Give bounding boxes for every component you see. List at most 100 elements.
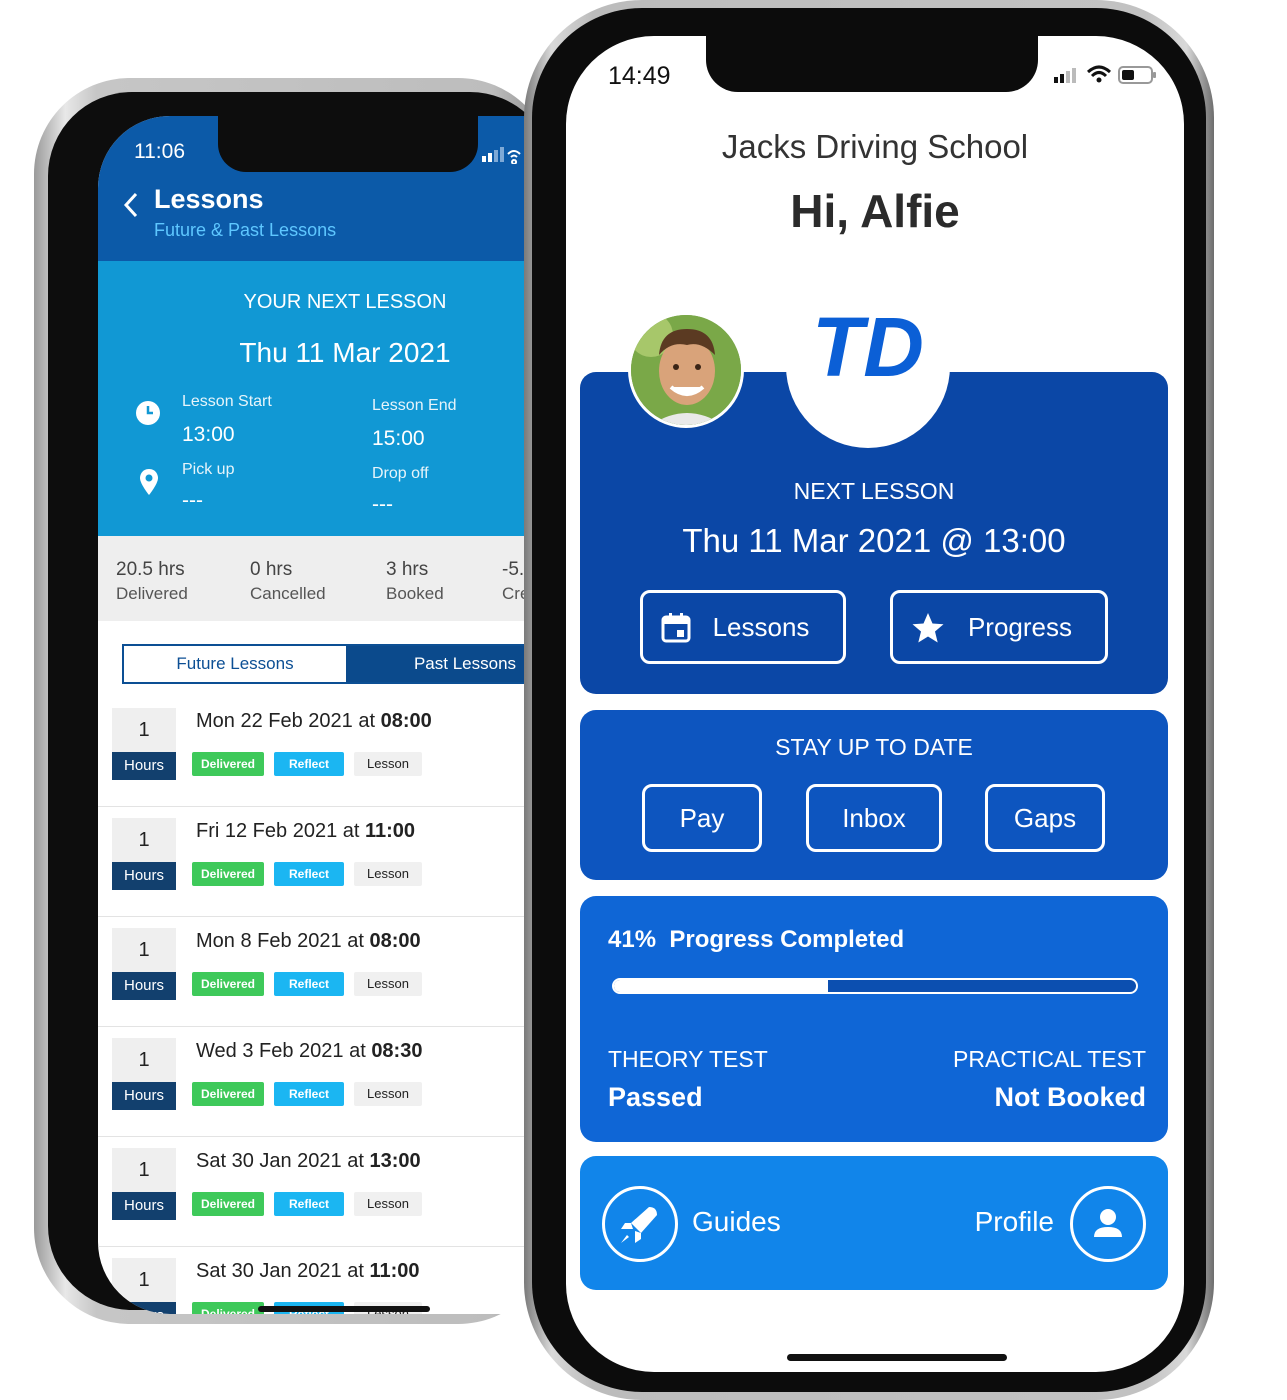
delivered-badge: Delivered bbox=[192, 972, 264, 996]
reflect-button[interactable]: Reflect bbox=[274, 972, 344, 996]
lesson-time: 08:00 bbox=[380, 710, 432, 732]
lesson-type-badge: Lesson bbox=[354, 862, 422, 886]
lesson-row[interactable]: 1 Hours Sat 30 Jan 2021 at 13:00 Delivered R… bbox=[98, 1136, 568, 1247]
lessons-button-label: Lessons bbox=[712, 612, 810, 642]
delivered-badge: Delivered bbox=[192, 752, 264, 776]
lesson-hours-value: 1 bbox=[112, 1148, 176, 1192]
lesson-time: 13:00 bbox=[369, 1150, 421, 1172]
back-phone-frame: 11:06 Lessons Future & Past Lessons YOUR… bbox=[34, 78, 568, 1324]
guides-label: Guides bbox=[692, 1206, 781, 1237]
lesson-date: Fri 12 Feb 2021 at bbox=[196, 820, 360, 842]
lesson-hours-box: 1Hours bbox=[112, 1038, 176, 1110]
stay-up-to-date-card: STAY UP TO DATE Pay Inbox Gaps bbox=[580, 710, 1168, 880]
lesson-row[interactable]: 1 Hours Fri 12 Feb 2021 at 11:00 Delivered R… bbox=[98, 806, 568, 917]
home-indicator[interactable] bbox=[258, 1306, 430, 1312]
shortcuts-card: Guides Profile bbox=[580, 1156, 1168, 1290]
avatar[interactable] bbox=[628, 312, 744, 428]
dropoff-value: --- bbox=[372, 493, 393, 516]
lesson-time: 11:00 bbox=[365, 820, 416, 842]
progress-card: 41% Progress Completed THEORY TEST Passe… bbox=[580, 896, 1168, 1142]
back-button[interactable] bbox=[120, 190, 140, 226]
lessons-button[interactable]: Lessons bbox=[640, 590, 846, 664]
lesson-datetime: Mon 8 Feb 2021 at 08:00 bbox=[196, 930, 421, 953]
lesson-time: 11:00 bbox=[369, 1260, 420, 1282]
lesson-date: Mon 22 Feb 2021 at bbox=[196, 710, 376, 732]
tab-future-lessons[interactable]: Future Lessons bbox=[124, 646, 346, 682]
calendar-icon bbox=[661, 613, 691, 643]
lesson-hours-box: 1Hours bbox=[112, 1148, 176, 1220]
notch bbox=[218, 116, 478, 172]
lesson-date: Mon 8 Feb 2021 at bbox=[196, 930, 364, 952]
lesson-row[interactable]: 1 Hours Wed 3 Feb 2021 at 08:30 Delivered Re… bbox=[98, 1026, 568, 1137]
lesson-date: Wed 3 Feb 2021 at bbox=[196, 1040, 366, 1062]
progress-label: Progress Completed bbox=[669, 926, 905, 953]
lesson-hours-value: 1 bbox=[112, 818, 176, 862]
stat-delivered: 20.5 hrs Delivered bbox=[116, 559, 188, 603]
lesson-stats: 20.5 hrs Delivered 0 hrs Cancelled 3 hrs Bo… bbox=[98, 536, 568, 621]
lesson-hours-box: 1Hours bbox=[112, 1258, 176, 1314]
reflect-button[interactable]: Reflect bbox=[274, 752, 344, 776]
dropoff-label: Drop off bbox=[372, 465, 429, 482]
lesson-hours-label: Hours bbox=[112, 862, 176, 890]
lesson-row[interactable]: 1 Hours Mon 22 Feb 2021 at 08:00 Delivered R… bbox=[98, 696, 568, 807]
lesson-datetime: Wed 3 Feb 2021 at 08:30 bbox=[196, 1040, 422, 1063]
back-phone-bezel: 11:06 Lessons Future & Past Lessons YOUR… bbox=[48, 92, 568, 1314]
profile-button[interactable]: Profile bbox=[946, 1186, 1146, 1262]
front-phone-bezel: 14:49 Jacks Driving School Hi, Alfie NEX… bbox=[532, 8, 1206, 1392]
lesson-row[interactable]: 1HoursSat 30 Jan 2021 at 11:00DeliveredR… bbox=[98, 1246, 568, 1314]
lesson-type-badge: Lesson bbox=[354, 752, 422, 776]
reflect-button[interactable]: Reflect bbox=[274, 1192, 344, 1216]
lesson-hours-value: 1 bbox=[112, 1038, 176, 1082]
delivered-badge: Delivered bbox=[192, 1082, 264, 1106]
lesson-tabs: Future Lessons Past Lessons bbox=[122, 644, 568, 684]
lessons-header: 11:06 Lessons Future & Past Lessons bbox=[98, 116, 568, 261]
lesson-end-value: 15:00 bbox=[372, 427, 425, 450]
gaps-button[interactable]: Gaps bbox=[985, 784, 1105, 852]
next-lesson-panel: YOUR NEXT LESSON Thu 11 Mar 2021 Lesson … bbox=[98, 261, 568, 536]
guides-button[interactable]: Guides bbox=[602, 1186, 902, 1262]
page-title: Lessons bbox=[154, 184, 264, 214]
pickup-label: Pick up bbox=[182, 461, 235, 478]
status-time: 14:49 bbox=[608, 62, 671, 90]
lesson-type-badge: Lesson bbox=[354, 972, 422, 996]
theory-test-label: THEORY TEST bbox=[608, 1046, 768, 1072]
delivered-badge: Delivered bbox=[192, 862, 264, 886]
clock-icon bbox=[136, 401, 160, 425]
user-icon bbox=[1094, 1209, 1122, 1237]
theory-test-status: Passed bbox=[608, 1082, 703, 1112]
next-lesson-datetime: Thu 11 Mar 2021 @ 13:00 bbox=[682, 522, 1066, 559]
lessons-screen: 11:06 Lessons Future & Past Lessons YOUR… bbox=[98, 116, 568, 1314]
pay-button[interactable]: Pay bbox=[642, 784, 762, 852]
svg-text:TD: TD bbox=[812, 300, 924, 394]
delivered-badge: Delivered bbox=[192, 1192, 264, 1216]
home-indicator[interactable] bbox=[787, 1354, 1007, 1361]
location-pin-icon bbox=[140, 469, 158, 495]
star-icon bbox=[912, 613, 944, 643]
lesson-datetime: Sat 30 Jan 2021 at 11:00 bbox=[196, 1260, 420, 1283]
lesson-hours-box: 1Hours bbox=[112, 818, 176, 890]
progress-button[interactable]: Progress bbox=[890, 590, 1108, 664]
lesson-row[interactable]: 1 Hours Mon 8 Feb 2021 at 08:00 Delivered Re… bbox=[98, 916, 568, 1027]
chevron-left-icon bbox=[123, 192, 138, 218]
lesson-datetime: Sat 30 Jan 2021 at 13:00 bbox=[196, 1150, 421, 1173]
rocket-icon bbox=[621, 1207, 657, 1243]
lesson-datetime: Mon 22 Feb 2021 at 08:00 bbox=[196, 710, 432, 733]
next-lesson-heading: YOUR NEXT LESSON bbox=[243, 291, 447, 313]
school-logo: TD bbox=[786, 284, 950, 448]
td-logo-icon: TD bbox=[812, 300, 924, 394]
guides-icon-ring bbox=[602, 1186, 678, 1262]
lesson-end-label: Lesson End bbox=[372, 397, 457, 414]
lesson-hours-label: Hours bbox=[112, 1192, 176, 1220]
profile-label: Profile bbox=[974, 1206, 1054, 1237]
reflect-button[interactable]: Reflect bbox=[274, 862, 344, 886]
page-subtitle: Future & Past Lessons bbox=[154, 220, 337, 240]
progress-percent: 41% bbox=[608, 926, 657, 953]
lesson-hours-box: 1Hours bbox=[112, 928, 176, 1000]
lesson-hours-label: Hours bbox=[112, 1082, 176, 1110]
inbox-button[interactable]: Inbox bbox=[806, 784, 942, 852]
reflect-button[interactable]: Reflect bbox=[274, 1082, 344, 1106]
greeting: Hi, Alfie bbox=[790, 185, 960, 237]
wifi-icon bbox=[1086, 65, 1112, 83]
progress-bar-fill bbox=[614, 980, 829, 992]
lesson-time: 08:30 bbox=[371, 1040, 423, 1062]
